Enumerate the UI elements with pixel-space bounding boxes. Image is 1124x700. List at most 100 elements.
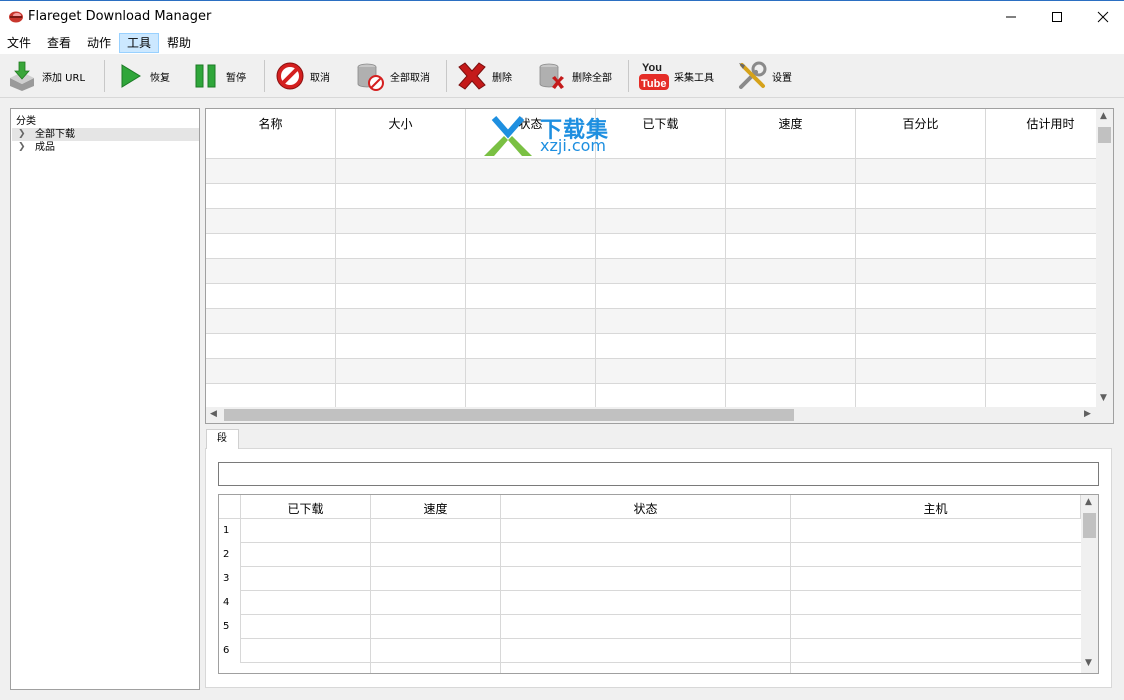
table-row[interactable] bbox=[206, 359, 1098, 384]
column-header-name[interactable]: 名称 bbox=[206, 109, 336, 159]
column-header-eta[interactable]: 估计用时 bbox=[986, 109, 1113, 159]
scrollbar-thumb[interactable] bbox=[1098, 127, 1111, 143]
column-header-downloaded[interactable]: 已下载 bbox=[241, 495, 371, 519]
toolbar-separator bbox=[628, 60, 629, 92]
toolbar: 添加 URL 恢复 暂停 取消 全部取消 删除 删除全部 You Tube 采集… bbox=[0, 54, 1124, 98]
scroll-up-icon[interactable]: ▲ bbox=[1085, 497, 1092, 507]
chevron-right-icon[interactable]: ❯ bbox=[18, 141, 26, 154]
table-row[interactable] bbox=[206, 159, 1098, 184]
column-divider bbox=[985, 159, 986, 409]
vertical-scrollbar[interactable]: ▲ ▼ bbox=[1096, 109, 1113, 408]
youtube-bottom-text: Tube bbox=[641, 78, 666, 90]
play-icon bbox=[121, 64, 141, 88]
category-label: 成品 bbox=[35, 142, 55, 153]
menu-file[interactable]: 文件 bbox=[0, 33, 38, 53]
maximize-button[interactable] bbox=[1034, 1, 1080, 32]
menu-action[interactable]: 动作 bbox=[80, 33, 118, 53]
scroll-up-icon[interactable]: ▲ bbox=[1100, 111, 1107, 121]
downloads-table-header: 名称 大小 状态 已下载 速度 百分比 估计用时 bbox=[206, 109, 1113, 159]
download-add-icon bbox=[10, 61, 34, 91]
cancel-all-label: 全部取消 bbox=[390, 72, 430, 84]
toolbar-separator bbox=[104, 60, 105, 92]
row-number: 5 bbox=[219, 615, 241, 639]
delete-x-icon bbox=[458, 62, 486, 90]
column-header-size[interactable]: 大小 bbox=[336, 109, 466, 159]
column-divider bbox=[500, 519, 501, 673]
table-row[interactable] bbox=[206, 184, 1098, 209]
row-number: 2 bbox=[219, 543, 241, 567]
close-button[interactable] bbox=[1080, 1, 1124, 32]
delete-all-button[interactable]: 删除全部 bbox=[536, 58, 612, 94]
column-divider bbox=[855, 159, 856, 409]
scrollbar-corner bbox=[1096, 407, 1113, 423]
watermark: 下载集 xzji.com bbox=[480, 112, 630, 158]
segments-progress-field[interactable] bbox=[218, 462, 1099, 486]
menu-help[interactable]: 帮助 bbox=[160, 33, 198, 53]
scroll-down-icon[interactable]: ▼ bbox=[1085, 658, 1092, 668]
category-all-downloads[interactable]: ❯ 全部下载 bbox=[12, 128, 199, 141]
table-row[interactable]: 4 bbox=[219, 591, 1081, 615]
table-row[interactable] bbox=[206, 209, 1098, 234]
column-header-host[interactable]: 主机 bbox=[791, 495, 1081, 519]
column-header-speed[interactable]: 速度 bbox=[371, 495, 501, 519]
table-row[interactable] bbox=[206, 309, 1098, 334]
scroll-right-icon[interactable]: ▶ bbox=[1084, 409, 1091, 419]
table-row[interactable] bbox=[206, 384, 1098, 409]
app-logo-icon bbox=[9, 11, 23, 23]
pause-button[interactable]: 暂停 bbox=[190, 58, 246, 94]
scrollbar-thumb[interactable] bbox=[1083, 513, 1096, 538]
table-row[interactable]: 6 bbox=[219, 639, 1081, 663]
minimize-icon bbox=[1006, 16, 1016, 17]
scroll-down-icon[interactable]: ▼ bbox=[1100, 393, 1107, 403]
pause-label: 暂停 bbox=[226, 72, 246, 84]
menu-tools[interactable]: 工具 bbox=[119, 33, 160, 53]
scrollbar-thumb[interactable] bbox=[224, 409, 794, 421]
cancel-icon bbox=[276, 62, 304, 90]
table-row[interactable] bbox=[206, 284, 1098, 309]
delete-button[interactable]: 删除 bbox=[456, 58, 512, 94]
vertical-scrollbar[interactable]: ▲ ▼ bbox=[1081, 495, 1098, 673]
downloads-table[interactable]: 名称 大小 状态 已下载 速度 百分比 估计用时 ▲ ▼ ◀ ▶ bbox=[205, 108, 1114, 424]
scroll-left-icon[interactable]: ◀ bbox=[210, 409, 217, 419]
youtube-top-text: You bbox=[642, 62, 662, 74]
horizontal-scrollbar[interactable]: ◀ ▶ bbox=[206, 407, 1098, 423]
table-row[interactable]: 1 bbox=[219, 519, 1081, 543]
table-row[interactable]: 2 bbox=[219, 543, 1081, 567]
table-row[interactable] bbox=[206, 234, 1098, 259]
minimize-button[interactable] bbox=[988, 1, 1034, 32]
close-icon bbox=[1097, 11, 1109, 22]
table-row[interactable]: 3 bbox=[219, 567, 1081, 591]
cancel-all-button[interactable]: 全部取消 bbox=[354, 58, 430, 94]
column-divider bbox=[595, 159, 596, 409]
row-number: 1 bbox=[219, 519, 241, 543]
resume-button[interactable]: 恢复 bbox=[114, 58, 170, 94]
table-row[interactable]: 5 bbox=[219, 615, 1081, 639]
settings-label: 设置 bbox=[772, 72, 792, 84]
table-row[interactable] bbox=[206, 334, 1098, 359]
tab-segments[interactable]: 段 bbox=[206, 429, 239, 449]
delete-all-label: 删除全部 bbox=[572, 72, 612, 84]
category-title: 分类 bbox=[16, 116, 36, 127]
title-bar: Flareget Download Manager bbox=[0, 0, 1124, 32]
pause-icon bbox=[195, 64, 216, 88]
cancel-button[interactable]: 取消 bbox=[274, 58, 330, 94]
column-header-speed[interactable]: 速度 bbox=[726, 109, 856, 159]
grabber-label: 采集工具 bbox=[674, 72, 714, 84]
maximize-icon bbox=[1052, 11, 1062, 22]
cancel-all-icon bbox=[357, 63, 384, 91]
category-finished[interactable]: ❯ 成品 bbox=[12, 141, 199, 154]
column-header-percent[interactable]: 百分比 bbox=[856, 109, 986, 159]
column-header-status[interactable]: 状态 bbox=[501, 495, 791, 519]
column-divider bbox=[465, 159, 466, 409]
menu-view[interactable]: 查看 bbox=[40, 33, 78, 53]
grabber-button[interactable]: You Tube 采集工具 bbox=[638, 58, 714, 94]
segments-table[interactable]: 已下载 速度 状态 主机 1 2 3 4 5 6 ▲ ▼ bbox=[218, 494, 1099, 674]
column-divider bbox=[370, 519, 371, 673]
chevron-right-icon[interactable]: ❯ bbox=[18, 128, 26, 141]
youtube-icon: You Tube bbox=[639, 62, 669, 90]
row-number: 6 bbox=[219, 639, 241, 663]
row-number: 4 bbox=[219, 591, 241, 615]
settings-button[interactable]: 设置 bbox=[736, 58, 792, 94]
add-url-button[interactable]: 添加 URL bbox=[6, 58, 85, 94]
table-row[interactable] bbox=[206, 259, 1098, 284]
